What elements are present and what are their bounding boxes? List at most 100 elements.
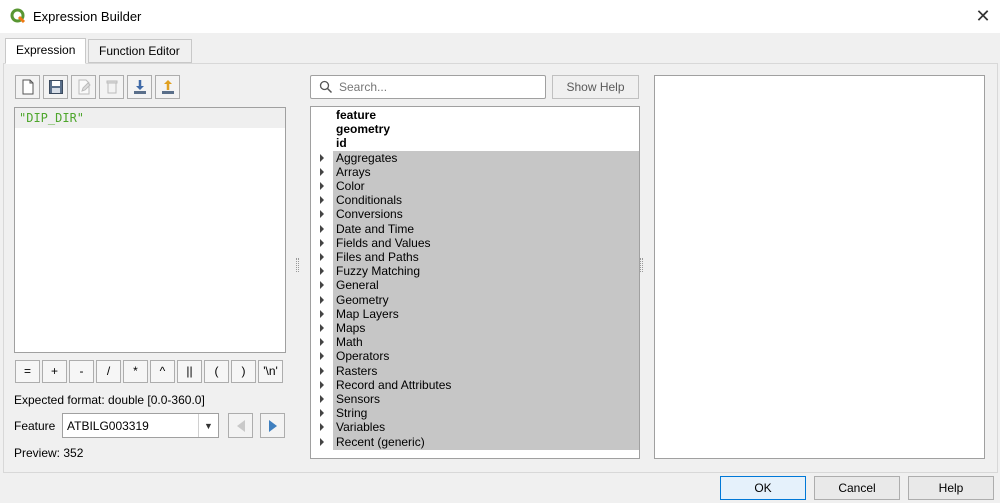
window-title: Expression Builder	[33, 9, 142, 24]
expand-arrow-icon[interactable]	[320, 210, 324, 219]
expand-arrow-icon[interactable]	[320, 153, 324, 162]
splitter-handle[interactable]	[296, 258, 299, 272]
operator-equals-button[interactable]: =	[15, 360, 40, 383]
tree-group-conditionals[interactable]: Conditionals	[311, 193, 639, 209]
tree-group-date-and-time[interactable]: Date and Time	[311, 221, 639, 237]
expand-arrow-icon[interactable]	[320, 253, 324, 261]
expand-arrow-icon[interactable]	[320, 281, 324, 290]
operator-concat-button[interactable]: ||	[177, 360, 202, 383]
tree-group-conversions[interactable]: Conversions	[311, 207, 639, 223]
tree-item-feature[interactable]: feature	[311, 108, 639, 122]
tree-group-rasters[interactable]: Rasters	[311, 363, 639, 379]
tree-group-recent[interactable]: Recent (generic)	[311, 434, 639, 450]
expand-arrow-icon[interactable]	[320, 380, 324, 389]
triangle-right-icon	[268, 419, 277, 432]
search-input[interactable]	[339, 78, 539, 96]
expand-arrow-icon[interactable]	[320, 167, 324, 176]
expand-arrow-icon[interactable]	[320, 324, 324, 332]
tree-group-variables[interactable]: Variables	[311, 420, 639, 436]
tree-group-label: Variables	[336, 420, 386, 435]
tree-group-sensors[interactable]: Sensors	[311, 392, 639, 407]
edit-icon	[78, 79, 91, 95]
tree-item-geometry[interactable]: geometry	[311, 122, 639, 136]
tree-group-general[interactable]: General	[311, 278, 639, 294]
chevron-down-icon[interactable]: ▼	[198, 414, 218, 437]
tree-group-arrays[interactable]: Arrays	[311, 164, 639, 180]
tree-group-files-and-paths[interactable]: Files and Paths	[311, 250, 639, 265]
tab-expression[interactable]: Expression	[5, 38, 86, 64]
tree-item-label: geometry	[336, 122, 391, 137]
expression-editor[interactable]: "DIP_DIR"	[14, 107, 286, 353]
splitter-handle[interactable]	[640, 258, 643, 272]
tree-group-fuzzy-matching[interactable]: Fuzzy Matching	[311, 264, 639, 280]
expand-arrow-icon[interactable]	[320, 423, 324, 432]
feature-combobox[interactable]: ATBILG003319 ▼	[62, 413, 219, 438]
expand-arrow-icon[interactable]	[320, 267, 324, 276]
tree-group-color[interactable]: Color	[311, 179, 639, 194]
expand-arrow-icon[interactable]	[320, 238, 324, 247]
tree-group-label: Record and Attributes	[336, 377, 452, 392]
operator-close-paren-button[interactable]: )	[231, 360, 256, 383]
tree-item-label: feature	[336, 108, 377, 122]
tree-group-geometry[interactable]: Geometry	[311, 292, 639, 308]
tree-group-label: Rasters	[336, 363, 378, 378]
expand-arrow-icon[interactable]	[320, 182, 324, 190]
save-icon	[48, 80, 63, 94]
expand-arrow-icon[interactable]	[320, 224, 324, 233]
expand-arrow-icon[interactable]	[320, 338, 324, 347]
tree-group-label: Fuzzy Matching	[336, 264, 421, 279]
search-box[interactable]	[310, 75, 546, 99]
save-expression-button[interactable]	[43, 75, 68, 99]
operator-plus-button[interactable]: +	[42, 360, 67, 383]
function-tree[interactable]: feature geometry id Aggregates Arrays Co…	[310, 106, 640, 459]
tree-group-label: Operators	[336, 349, 390, 364]
ok-button[interactable]: OK	[720, 476, 806, 500]
expand-arrow-icon[interactable]	[320, 309, 324, 318]
tree-group-label: General	[336, 278, 379, 293]
tree-group-label: Map Layers	[336, 306, 399, 321]
tree-group-label: String	[336, 406, 368, 421]
expand-arrow-icon[interactable]	[320, 437, 324, 446]
expand-arrow-icon[interactable]	[320, 196, 324, 205]
tree-group-maps[interactable]: Maps	[311, 321, 639, 336]
export-button[interactable]	[155, 75, 180, 99]
new-file-icon	[22, 79, 33, 95]
next-feature-button[interactable]	[260, 413, 285, 438]
tree-group-label: Aggregates	[336, 150, 398, 165]
expand-arrow-icon[interactable]	[320, 366, 324, 375]
operator-open-paren-button[interactable]: (	[204, 360, 229, 383]
expand-arrow-icon[interactable]	[320, 295, 324, 304]
operator-divide-button[interactable]: /	[96, 360, 121, 383]
tree-group-operators[interactable]: Operators	[311, 349, 639, 365]
tree-group-string[interactable]: String	[311, 406, 639, 422]
tree-group-label: Files and Paths	[336, 250, 419, 264]
operator-multiply-button[interactable]: *	[123, 360, 148, 383]
import-button[interactable]	[127, 75, 152, 99]
cancel-button[interactable]: Cancel	[814, 476, 900, 500]
help-button[interactable]: Help	[908, 476, 994, 500]
tree-group-aggregates[interactable]: Aggregates	[311, 150, 639, 166]
tree-group-fields-and-values[interactable]: Fields and Values	[311, 235, 639, 251]
expand-arrow-icon[interactable]	[320, 352, 324, 361]
operator-power-button[interactable]: ^	[150, 360, 175, 383]
expand-arrow-icon[interactable]	[320, 409, 324, 418]
close-icon[interactable]: ✕	[968, 2, 998, 30]
tree-group-map-layers[interactable]: Map Layers	[311, 306, 639, 322]
edit-expression-button[interactable]	[71, 75, 96, 99]
tree-item-id[interactable]: id	[311, 136, 639, 150]
tree-group-record-and-attributes[interactable]: Record and Attributes	[311, 377, 639, 393]
help-panel	[654, 75, 985, 459]
show-help-button[interactable]: Show Help	[552, 75, 639, 99]
feature-label: Feature	[14, 419, 56, 433]
expand-arrow-icon[interactable]	[320, 395, 324, 403]
title-bar: Expression Builder ✕	[0, 0, 1000, 33]
previous-feature-button[interactable]	[228, 413, 253, 438]
triangle-left-icon	[236, 419, 245, 432]
delete-expression-button[interactable]	[99, 75, 124, 99]
operator-minus-button[interactable]: -	[69, 360, 94, 383]
tree-group-math[interactable]: Math	[311, 335, 639, 351]
tree-group-label: Math	[336, 335, 363, 350]
new-expression-button[interactable]	[15, 75, 40, 99]
tab-function-editor[interactable]: Function Editor	[88, 39, 192, 63]
operator-newline-button[interactable]: '\n'	[258, 360, 283, 383]
